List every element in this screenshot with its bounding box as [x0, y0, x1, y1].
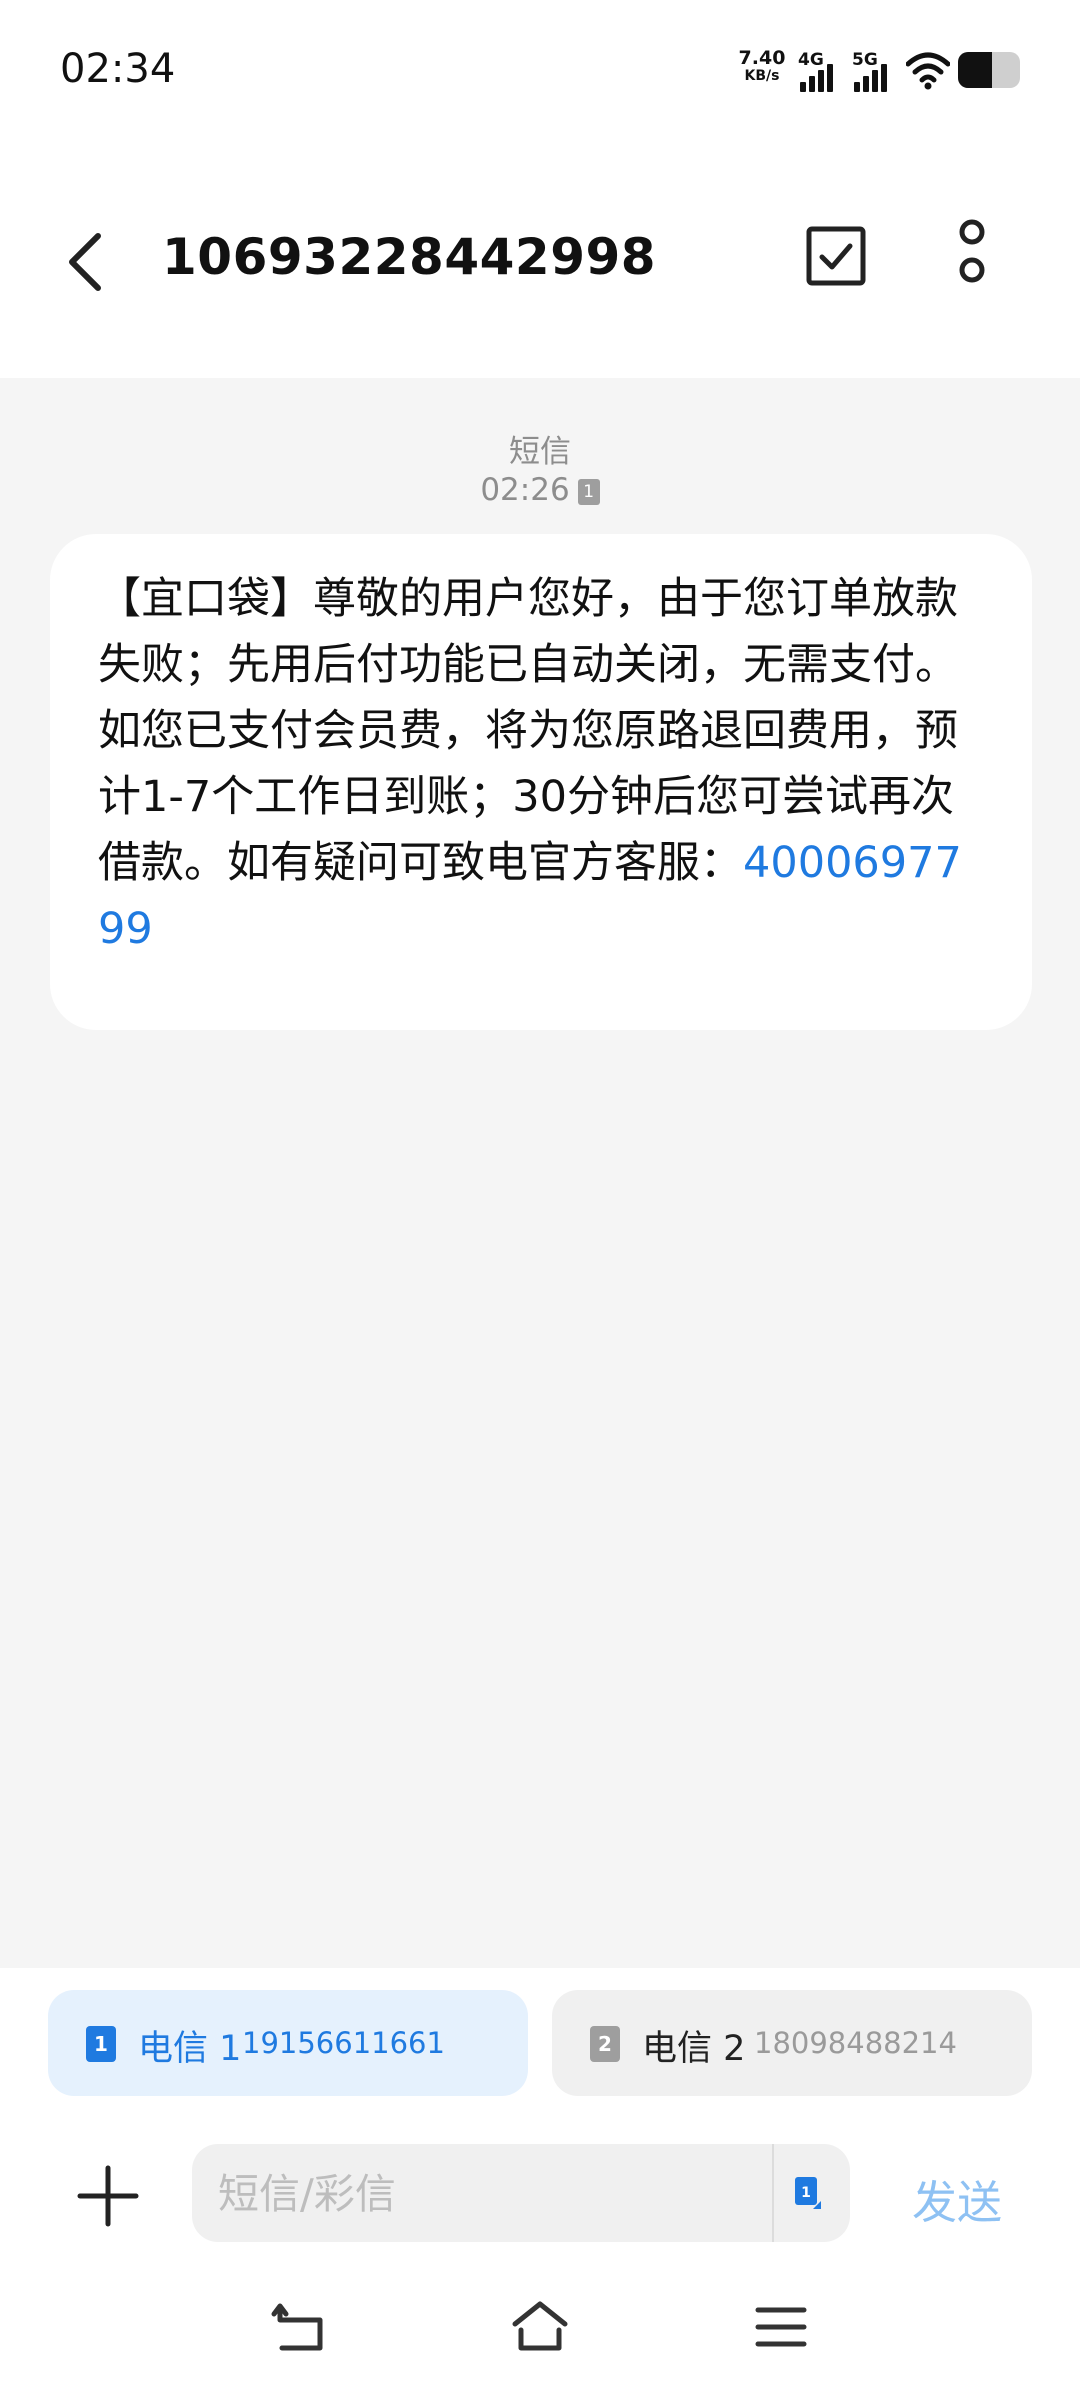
wifi-icon [906, 52, 950, 90]
sim2-number: 18098488214 [754, 2026, 957, 2060]
sim1-signal-icon: 4G [798, 50, 850, 92]
send-sim-icon[interactable]: 1 [794, 2176, 822, 2210]
send-sim-badge: 1 [801, 2185, 811, 2201]
status-bar: 02:34 7.40 KB/s 4G 5G [0, 0, 1080, 140]
conversation-area[interactable]: 短信 02:26 1 【宜口袋】尊敬的用户您好，由于您订单放款失败；先用后付功能已… [0, 378, 1080, 1968]
battery-level-fill [958, 52, 993, 88]
sim2-name: 电信 2 [642, 2029, 746, 2069]
network-speed-unit: KB/s [744, 68, 780, 84]
sim-badge-icon: 1 [577, 478, 600, 505]
input-divider [772, 2144, 774, 2242]
nav-back-icon[interactable] [268, 2296, 330, 2358]
sim2-card-icon: 2 [590, 2026, 620, 2062]
conversation-header: 10693228442998 [0, 140, 1080, 378]
status-time: 02:34 [60, 46, 176, 92]
sim1-button[interactable]: 1 电信 1 19156611661 [48, 1990, 528, 2096]
network-speed-value: 7.40 [738, 47, 786, 69]
sim2-network-label: 5G [852, 50, 878, 70]
message-input-container: 1 [192, 2144, 850, 2244]
nav-menu-icon[interactable] [750, 2296, 812, 2358]
send-button[interactable]: 发送 [912, 2166, 1002, 2231]
sim1-name: 电信 1 [138, 2029, 242, 2069]
message-input[interactable] [216, 2144, 740, 2244]
more-vertical-icon[interactable] [946, 218, 998, 298]
sim1-network-label: 4G [798, 50, 824, 70]
sim-selector: 1 电信 1 19156611661 2 电信 2 18098488214 [0, 1968, 1080, 2098]
sender-title: 10693228442998 [162, 228, 657, 286]
message-type-label: 短信 [509, 434, 571, 470]
system-nav-bar [0, 2258, 1080, 2400]
sim1-number: 19156611661 [242, 2026, 445, 2060]
network-speed: 7.40 KB/s [734, 48, 790, 84]
sim2-button[interactable]: 2 电信 2 18098488214 [552, 1990, 1032, 2096]
message-timestamp: 02:26 1 [0, 472, 1080, 508]
timestamp-text: 02:26 [480, 472, 570, 508]
battery-icon [958, 52, 1020, 88]
checkbox-icon[interactable] [804, 224, 868, 288]
plus-icon[interactable] [76, 2164, 140, 2228]
sim1-card-icon: 1 [86, 2026, 116, 2062]
back-arrow-icon[interactable] [58, 224, 114, 300]
composer-bar: 1 发送 [0, 2098, 1080, 2258]
sim2-signal-icon: 5G [852, 50, 904, 92]
nav-home-icon[interactable] [509, 2296, 571, 2358]
message-bubble[interactable]: 【宜口袋】尊敬的用户您好，由于您订单放款失败；先用后付功能已自动关闭，无需支付。… [50, 534, 1032, 1030]
